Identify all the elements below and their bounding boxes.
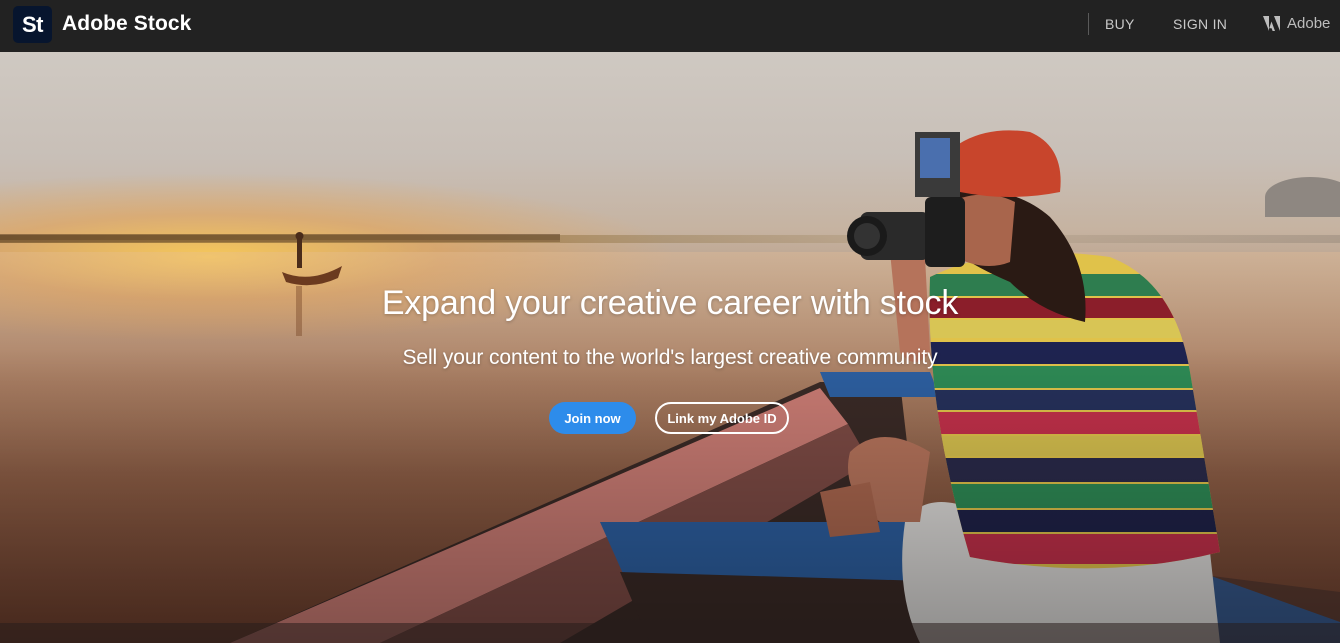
hero-headline: Expand your creative career with stock xyxy=(381,284,959,322)
top-navigation-bar: St Adobe Stock BUY SIGN IN Adobe xyxy=(0,0,1340,52)
sign-in-link[interactable]: SIGN IN xyxy=(1173,16,1227,32)
adobe-link-label: Adobe xyxy=(1287,15,1331,32)
nav-divider xyxy=(1088,13,1089,35)
link-adobe-id-button[interactable]: Link my Adobe ID xyxy=(655,402,789,434)
brand-name[interactable]: Adobe Stock xyxy=(62,12,191,36)
bottom-fold-strip xyxy=(0,623,1340,643)
adobe-logo-icon xyxy=(1263,16,1280,31)
hero-subheadline: Sell your content to the world's largest… xyxy=(402,346,938,369)
adobe-link[interactable]: Adobe xyxy=(1263,15,1330,32)
buy-link[interactable]: BUY xyxy=(1105,16,1135,32)
hero-content: Expand your creative career with stock S… xyxy=(0,52,1340,643)
adobe-stock-logo-icon[interactable]: St xyxy=(13,6,52,43)
join-now-button[interactable]: Join now xyxy=(549,402,636,434)
hero-banner: Expand your creative career with stock S… xyxy=(0,52,1340,643)
